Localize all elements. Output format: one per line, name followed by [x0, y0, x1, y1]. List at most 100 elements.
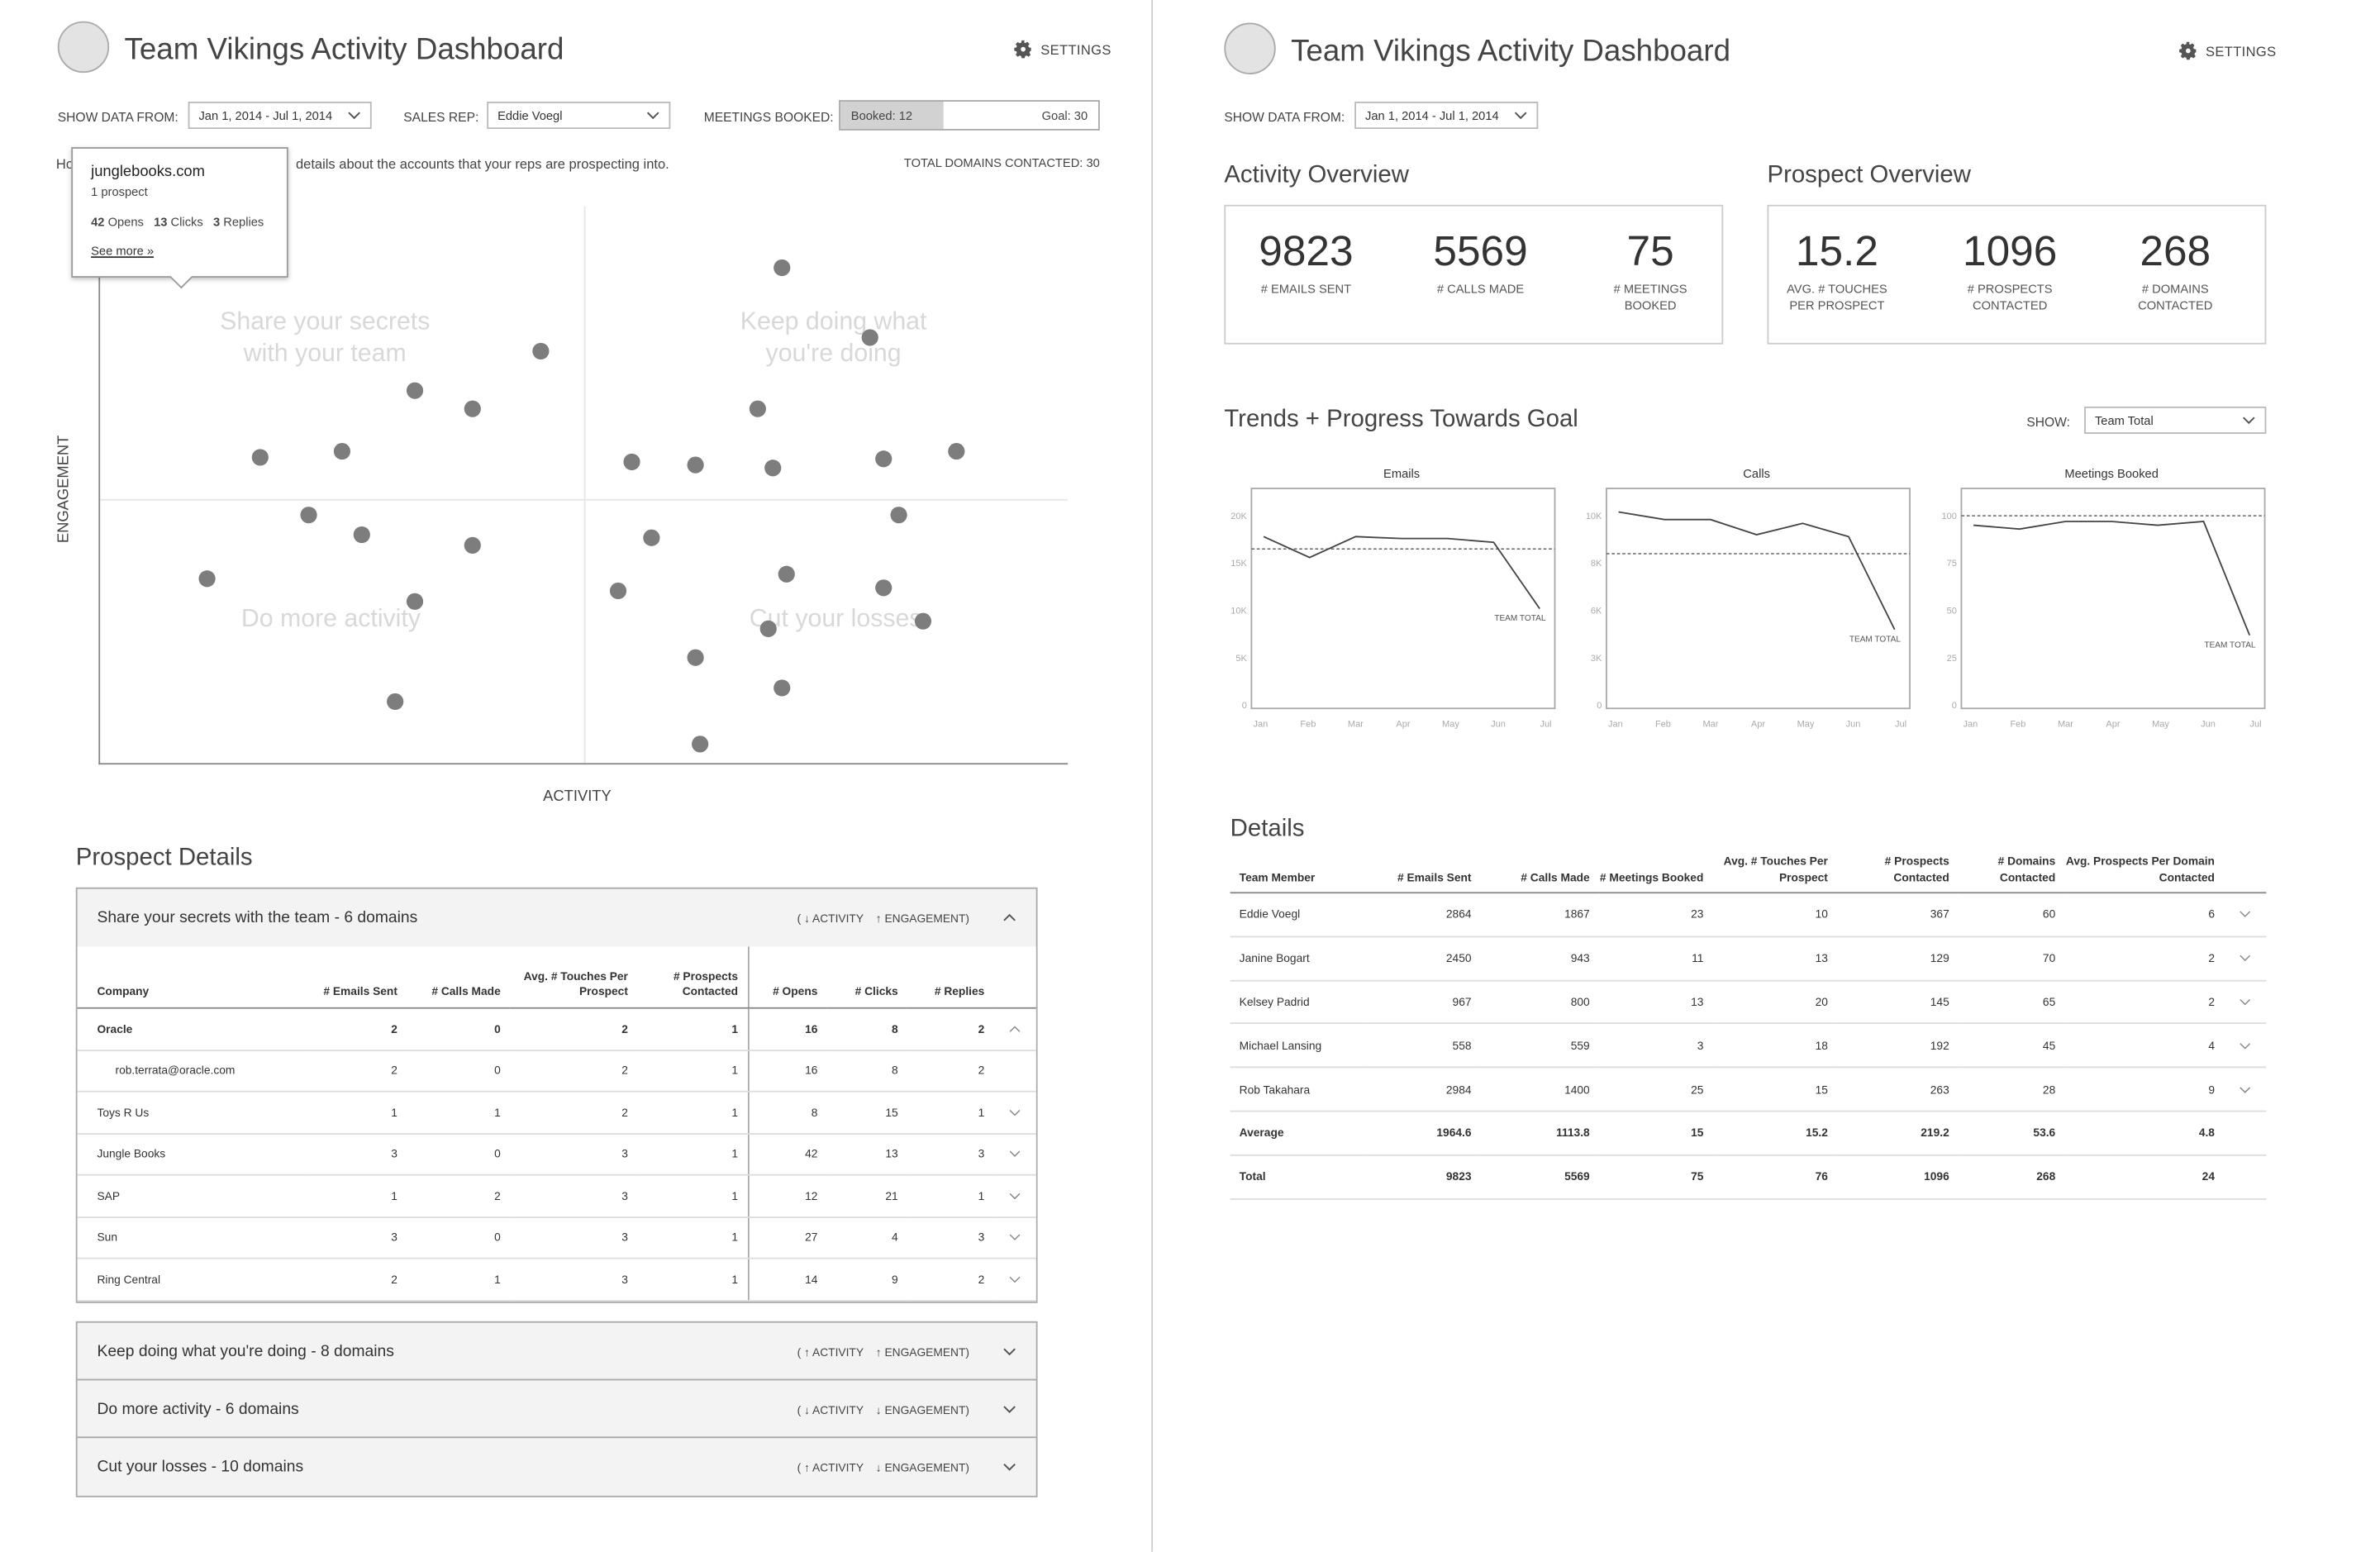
table-row[interactable]: Eddie Voegl 2864 1867 23 10 367 60 6: [1230, 893, 2267, 938]
col-header[interactable]: Avg. Prospects Per Domain Contacted: [2064, 846, 2224, 894]
scatter-point[interactable]: [353, 526, 370, 544]
prospect-contact-row[interactable]: rob.terrata@oracle.com 2 0 2 1 16 8 2: [77, 1050, 1036, 1093]
settings-button[interactable]: SETTINGS: [2178, 41, 2277, 61]
settings-button[interactable]: SETTINGS: [1013, 40, 1111, 60]
col-header[interactable]: # Calls Made: [1480, 846, 1599, 894]
table-row[interactable]: Sun 3 0 3 1 27 4 3: [77, 1216, 1036, 1259]
avatar[interactable]: [57, 21, 110, 74]
row-toggle-cell[interactable]: [993, 1091, 1036, 1135]
sort-engagement[interactable]: ↓ ENGAGEMENT): [876, 1460, 969, 1474]
table-row[interactable]: SAP 1 2 3 1 12 21 1: [77, 1174, 1036, 1218]
col-header[interactable]: Team Member: [1230, 846, 1367, 894]
scatter-point[interactable]: [464, 401, 482, 418]
col-header[interactable]: Avg. # Touches Per Prospect: [509, 946, 637, 1009]
table-row[interactable]: Michael Lansing 558 559 3 18 192 45 4: [1230, 1023, 2267, 1069]
chevron-down-icon[interactable]: [1002, 1463, 1016, 1472]
accordion-header[interactable]: Keep doing what you're doing - 8 domains…: [78, 1323, 1036, 1381]
date-range-select[interactable]: Jan 1, 2014 - Jul 1, 2014: [1354, 101, 1539, 130]
scatter-point[interactable]: [875, 451, 892, 469]
scatter-point[interactable]: [251, 448, 269, 465]
scatter-point[interactable]: [687, 456, 704, 474]
scatter-point[interactable]: [299, 507, 317, 524]
avatar[interactable]: [1224, 22, 1276, 74]
col-header[interactable]: Company: [77, 946, 305, 1009]
row-toggle-cell[interactable]: [993, 1174, 1036, 1218]
row-toggle-cell[interactable]: [993, 1133, 1036, 1176]
chevron-down-icon[interactable]: [1002, 1405, 1016, 1414]
col-header[interactable]: # Prospects Contacted: [636, 946, 749, 1009]
col-header[interactable]: # Domains Contacted: [1958, 846, 2065, 894]
sort-activity[interactable]: ( ↓ ACTIVITY: [797, 911, 864, 925]
scatter-point[interactable]: [764, 459, 782, 477]
tooltip-see-more-link[interactable]: See more »: [91, 245, 269, 259]
chevron-down-icon[interactable]: [1009, 1150, 1021, 1158]
chevron-down-icon[interactable]: [1009, 1192, 1021, 1199]
sort-activity[interactable]: ( ↑ ACTIVITY: [797, 1460, 864, 1474]
row-toggle-cell[interactable]: [993, 1216, 1036, 1259]
col-header[interactable]: # Opens: [747, 946, 827, 1009]
sort-controls[interactable]: ( ↑ ACTIVITY ↓ ENGAGEMENT): [797, 1460, 1016, 1474]
scatter-point[interactable]: [643, 529, 660, 546]
col-header[interactable]: # Replies: [907, 946, 994, 1009]
col-header[interactable]: # Emails Sent: [304, 946, 407, 1009]
scatter-point[interactable]: [624, 454, 641, 471]
table-row[interactable]: Janine Bogart 2450 943 11 13 129 70 2: [1230, 936, 2267, 981]
sort-controls[interactable]: ( ↓ ACTIVITY ↓ ENGAGEMENT): [797, 1402, 1016, 1416]
col-header[interactable]: # Emails Sent: [1366, 846, 1481, 894]
row-toggle-cell[interactable]: [2223, 893, 2267, 938]
col-header[interactable]: Avg. # Touches Per Prospect: [1712, 846, 1837, 894]
chevron-down-icon[interactable]: [1009, 1234, 1021, 1241]
scatter-point[interactable]: [333, 442, 351, 460]
scatter-point[interactable]: [914, 612, 931, 630]
table-row[interactable]: Oracle 2 0 2 1 16 8 2: [77, 1007, 1036, 1051]
row-toggle-cell[interactable]: [993, 1050, 1036, 1093]
scatter-point[interactable]: [198, 570, 216, 588]
sort-controls[interactable]: ( ↑ ACTIVITY ↑ ENGAGEMENT): [797, 1345, 1016, 1359]
chevron-up-icon[interactable]: [1009, 1025, 1021, 1032]
scatter-point[interactable]: [750, 401, 767, 418]
chevron-down-icon[interactable]: [2239, 998, 2251, 1006]
chevron-down-icon[interactable]: [1009, 1275, 1021, 1283]
chevron-down-icon[interactable]: [1009, 1108, 1021, 1116]
chevron-down-icon[interactable]: [2239, 1086, 2251, 1093]
chevron-down-icon[interactable]: [1002, 1347, 1016, 1356]
scatter-point[interactable]: [774, 679, 791, 697]
chevron-down-icon[interactable]: [2239, 1042, 2251, 1050]
scatter-point[interactable]: [890, 507, 907, 524]
sort-engagement[interactable]: ↑ ENGAGEMENT): [876, 1345, 969, 1359]
scatter-point[interactable]: [406, 381, 423, 399]
chevron-down-icon[interactable]: [2239, 911, 2251, 918]
sort-activity[interactable]: ( ↑ ACTIVITY: [797, 1345, 864, 1359]
sort-activity[interactable]: ( ↓ ACTIVITY: [797, 1402, 864, 1416]
show-select[interactable]: Team Total: [2084, 406, 2267, 434]
table-row[interactable]: Toys R Us 1 1 2 1 8 15 1: [77, 1091, 1036, 1135]
scatter-point[interactable]: [687, 649, 704, 666]
col-header[interactable]: # Calls Made: [406, 946, 510, 1009]
scatter-point[interactable]: [774, 259, 791, 276]
sort-engagement[interactable]: ↓ ENGAGEMENT): [876, 1402, 969, 1416]
scatter-point[interactable]: [948, 442, 965, 460]
row-toggle-cell[interactable]: [993, 1258, 1036, 1302]
scatter-point[interactable]: [406, 593, 423, 611]
table-row[interactable]: Ring Central 2 1 3 1 14 9 2: [77, 1258, 1036, 1302]
sort-engagement[interactable]: ↑ ENGAGEMENT): [876, 911, 969, 925]
table-row[interactable]: Kelsey Padrid 967 800 13 20 145 65 2: [1230, 979, 2267, 1025]
scatter-point[interactable]: [875, 578, 892, 597]
col-header[interactable]: # Prospects Contacted: [1836, 846, 1959, 894]
table-row[interactable]: Jungle Books 3 0 3 1 42 13 3: [77, 1133, 1036, 1176]
accordion-header[interactable]: Cut your losses - 10 domains ( ↑ ACTIVIT…: [78, 1438, 1036, 1496]
scatter-point[interactable]: [861, 328, 878, 346]
row-toggle-cell[interactable]: [993, 1007, 1036, 1051]
sort-controls[interactable]: ( ↓ ACTIVITY ↑ ENGAGEMENT): [797, 911, 1016, 925]
scatter-point[interactable]: [464, 537, 482, 555]
scatter-point[interactable]: [778, 565, 796, 583]
row-toggle-cell[interactable]: [2223, 1067, 2267, 1112]
accordion-header[interactable]: Do more activity - 6 domains ( ↓ ACTIVIT…: [78, 1380, 1036, 1438]
scatter-point[interactable]: [692, 735, 709, 752]
table-row[interactable]: Rob Takahara 2984 1400 25 15 263 28 9: [1230, 1067, 2267, 1112]
col-header[interactable]: # Meetings Booked: [1598, 846, 1713, 894]
sales-rep-select[interactable]: Eddie Voegl: [487, 101, 671, 130]
date-range-select[interactable]: Jan 1, 2014 - Jul 1, 2014: [188, 101, 372, 130]
scatter-point[interactable]: [387, 693, 404, 711]
chevron-up-icon[interactable]: [1002, 913, 1016, 922]
